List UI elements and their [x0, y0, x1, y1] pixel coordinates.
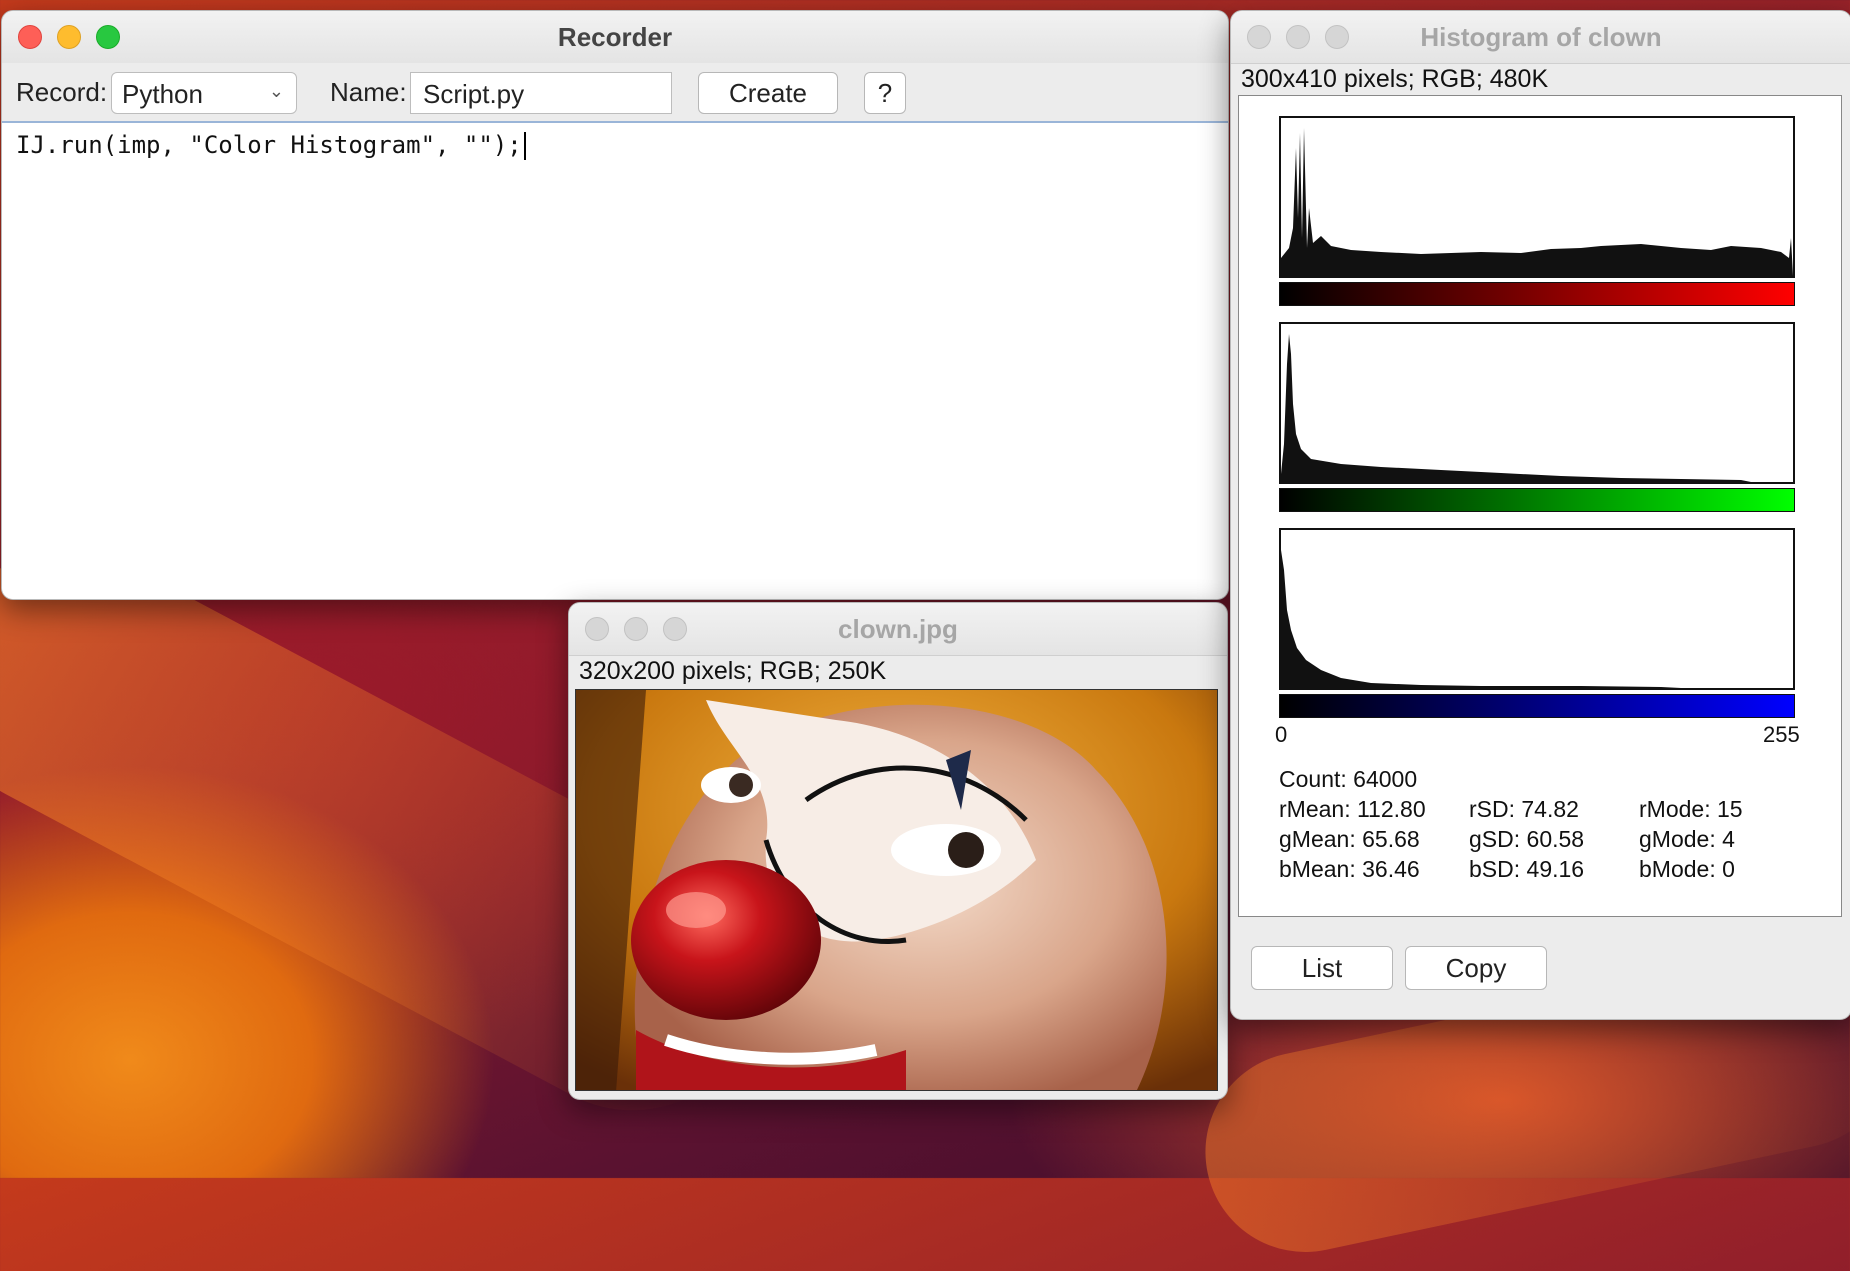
stat-g-mean: gMean: 65.68 [1279, 826, 1420, 852]
blue-histogram-plot[interactable] [1279, 528, 1795, 690]
script-editor[interactable]: IJ.run(imp, "Color Histogram", ""); [2, 121, 1228, 599]
copy-button[interactable]: Copy [1405, 946, 1547, 990]
blue-histogram-bars [1281, 550, 1681, 688]
histogram-panel: 0 255 Count: 64000 rMean: 112.80 rSD: 74… [1238, 95, 1842, 917]
script-code-line: IJ.run(imp, "Color Histogram", ""); [16, 131, 522, 159]
record-label: Record: [16, 77, 108, 107]
stat-r-mode: rMode: 15 [1639, 796, 1743, 822]
stat-g-mode: gMode: 4 [1639, 826, 1735, 852]
axis-min-label: 0 [1275, 722, 1288, 747]
green-histogram-bars [1281, 334, 1751, 482]
help-button[interactable]: ? [864, 72, 906, 114]
recorder-titlebar[interactable]: Recorder [2, 11, 1228, 64]
chevron-down-icon: ⌄ [268, 81, 284, 101]
axis-max-label: 255 [1763, 722, 1800, 747]
record-language-select[interactable]: Python ⌄ [111, 72, 297, 114]
stat-r-mean: rMean: 112.80 [1279, 796, 1426, 822]
stat-b-sd: bSD: 49.16 [1469, 856, 1585, 882]
green-color-ramp [1279, 488, 1795, 512]
recorder-window: Recorder Record: Python ⌄ Name: Script.p… [1, 10, 1229, 600]
image-window: clown.jpg 320x200 pixels; RGB; 250K [568, 602, 1228, 1100]
stat-count: Count: 64000 [1279, 766, 1418, 792]
histogram-info: 300x410 pixels; RGB; 480K [1241, 65, 1549, 93]
image-info: 320x200 pixels; RGB; 250K [579, 657, 887, 685]
recorder-toolbar: Record: Python ⌄ Name: Script.py Create … [2, 63, 1228, 121]
stat-b-mode: bMode: 0 [1639, 856, 1735, 882]
red-histogram-plot[interactable] [1279, 116, 1795, 278]
list-button[interactable]: List [1251, 946, 1393, 990]
create-button[interactable]: Create [698, 72, 838, 114]
stat-b-mean: bMean: 36.46 [1279, 856, 1420, 882]
red-histogram-bars [1281, 128, 1793, 276]
clown-image-canvas[interactable] [575, 689, 1218, 1091]
record-language-value: Python [122, 79, 203, 109]
histogram-window: Histogram of clown 300x410 pixels; RGB; … [1230, 10, 1850, 1020]
text-caret [523, 132, 526, 160]
image-titlebar[interactable]: clown.jpg [569, 603, 1227, 656]
name-label: Name: [330, 77, 407, 107]
window-title: Recorder [557, 22, 673, 52]
script-name-field[interactable]: Script.py [410, 72, 672, 114]
stat-g-sd: gSD: 60.58 [1469, 826, 1585, 852]
clown-image [576, 690, 1217, 1090]
window-title: Histogram of clown [1420, 22, 1662, 52]
blue-color-ramp [1279, 694, 1795, 718]
red-color-ramp [1279, 282, 1795, 306]
green-histogram-plot[interactable] [1279, 322, 1795, 484]
histogram-titlebar[interactable]: Histogram of clown [1231, 11, 1850, 64]
stat-r-sd: rSD: 74.82 [1469, 796, 1579, 822]
window-title: clown.jpg [838, 614, 958, 644]
